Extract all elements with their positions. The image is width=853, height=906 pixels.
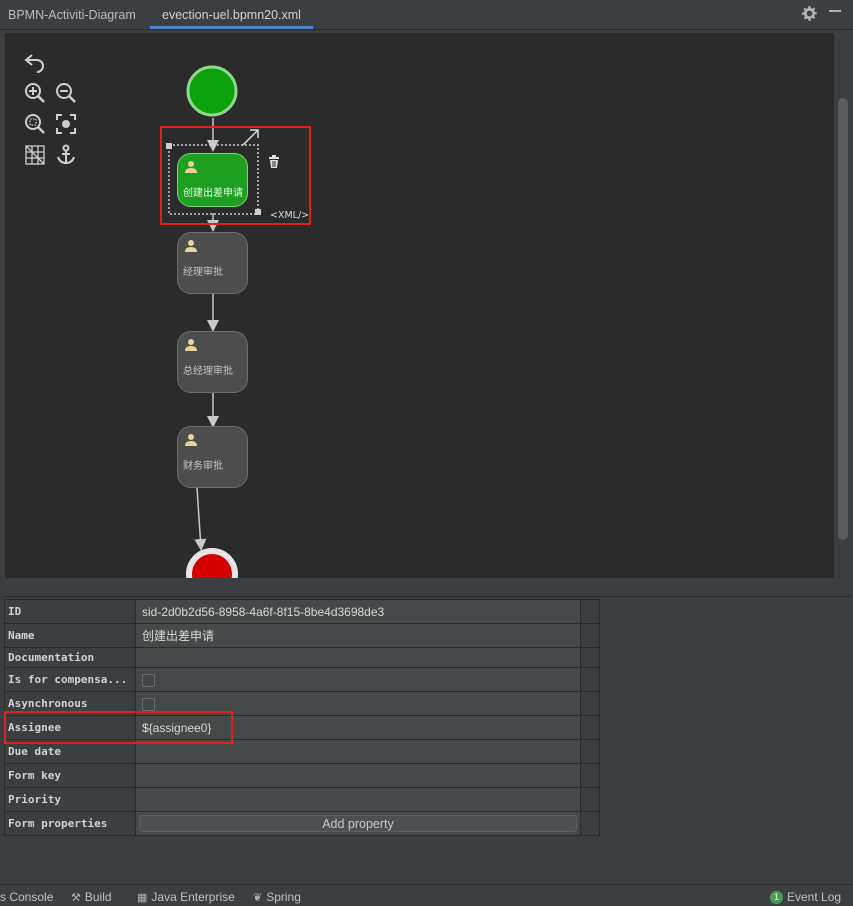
- spring-label: Spring: [266, 890, 301, 904]
- tool-window-header: BPMN-Activiti-Diagram evection-uel.bpmn2…: [0, 0, 853, 30]
- user-icon: [185, 434, 197, 446]
- event-log-label: Event Log: [787, 890, 842, 904]
- assignee-highlight-box: [4, 711, 233, 744]
- form-properties-cell: Add property: [135, 811, 581, 836]
- user-task-manager-approval[interactable]: 经理审批: [177, 232, 248, 294]
- cell-extra: [580, 691, 600, 716]
- java-enterprise-tab[interactable]: ▦ Java Enterprise: [137, 890, 235, 904]
- cell-extra: [580, 763, 600, 788]
- user-icon: [185, 240, 197, 252]
- task-label: 总经理审批: [183, 366, 233, 377]
- undo-icon[interactable]: [23, 50, 47, 74]
- build-label: Build: [84, 890, 112, 904]
- build-tab[interactable]: ⚒ Build: [71, 890, 112, 904]
- table-row: Form key: [4, 763, 600, 788]
- priority-value[interactable]: [135, 787, 581, 812]
- start-event[interactable]: [186, 65, 238, 117]
- diagram-panel: 创建出差申请 经理审批 总经理审批 财务审批 <XML/>: [2, 30, 851, 620]
- end-event[interactable]: [186, 548, 238, 578]
- user-task-gm-approval[interactable]: 总经理审批: [177, 331, 248, 393]
- vertical-scrollbar[interactable]: [838, 98, 848, 540]
- async-checkbox[interactable]: [142, 697, 155, 711]
- user-task-finance-approval[interactable]: 财务审批: [177, 426, 248, 488]
- status-bar: s Console ⚒ Build ▦ Java Enterprise ❦ Sprin…: [0, 884, 853, 906]
- spring-tab[interactable]: ❦ Spring: [253, 890, 301, 904]
- id-value[interactable]: sid-2d0b2d56-8958-4a6f-8f15-8be4d3698de3: [135, 599, 581, 624]
- cell-extra: [580, 715, 600, 740]
- java-enterprise-label: Java Enterprise: [151, 890, 235, 904]
- anchor-icon[interactable]: [54, 143, 78, 167]
- compensation-checkbox[interactable]: [142, 673, 155, 687]
- table-row: Is for compensa...: [4, 667, 600, 692]
- event-log-tab[interactable]: 1 Event Log: [770, 890, 841, 904]
- property-key: Documentation: [4, 647, 136, 668]
- tab-bpmn-activiti-diagram[interactable]: BPMN-Activiti-Diagram: [8, 0, 136, 30]
- zoom-fit-icon[interactable]: [23, 112, 47, 136]
- diagram-canvas[interactable]: 创建出差申请 经理审批 总经理审批 财务审批 <XML/>: [5, 33, 834, 578]
- table-row: Priority: [4, 787, 600, 812]
- table-row: Name 创建出差申请: [4, 623, 600, 648]
- documentation-value[interactable]: [135, 647, 581, 668]
- java-enterprise-icon: ▦: [137, 892, 148, 904]
- cell-extra: [580, 667, 600, 692]
- console-label: s Console: [0, 890, 54, 904]
- ide-window: BPMN-Activiti-Diagram evection-uel.bpmn2…: [0, 0, 853, 906]
- property-key: Priority: [4, 787, 136, 812]
- name-value[interactable]: 创建出差申请: [135, 623, 581, 648]
- console-tab[interactable]: s Console: [0, 890, 53, 904]
- cell-extra: [580, 623, 600, 648]
- property-key: Name: [4, 623, 136, 648]
- property-key: Form properties: [4, 811, 136, 836]
- zoom-in-icon[interactable]: [23, 81, 47, 105]
- diagram-edges: [166, 65, 279, 578]
- table-row: Documentation: [4, 647, 600, 668]
- cell-extra: [580, 599, 600, 624]
- highlight-box: [160, 126, 311, 225]
- cell-extra: [580, 787, 600, 812]
- cell-extra: [580, 647, 600, 668]
- cell-extra: [580, 739, 600, 764]
- form-key-value[interactable]: [135, 763, 581, 788]
- user-icon: [185, 339, 197, 351]
- table-row: Form properties Add property: [4, 811, 600, 836]
- minimize-icon[interactable]: [828, 4, 842, 22]
- spring-leaf-icon: ❦: [253, 892, 263, 904]
- hammer-icon: ⚒: [71, 892, 81, 904]
- property-key: Is for compensa...: [4, 667, 136, 692]
- center-icon[interactable]: [54, 112, 78, 136]
- compensation-cell: [135, 667, 581, 692]
- task-label: 财务审批: [183, 461, 223, 472]
- sequence-flow[interactable]: [194, 487, 207, 551]
- property-key: ID: [4, 599, 136, 624]
- property-key: Form key: [4, 763, 136, 788]
- add-property-button[interactable]: Add property: [139, 815, 577, 832]
- cell-extra: [580, 811, 600, 836]
- properties-panel: ID sid-2d0b2d56-8958-4a6f-8f15-8be4d3698…: [2, 596, 851, 883]
- grid-icon[interactable]: [23, 143, 47, 167]
- event-count-badge: 1: [770, 891, 783, 904]
- gear-icon[interactable]: [802, 6, 817, 25]
- task-label: 经理审批: [183, 267, 223, 278]
- table-row: ID sid-2d0b2d56-8958-4a6f-8f15-8be4d3698…: [4, 599, 600, 624]
- tab-evection-uel-xml[interactable]: evection-uel.bpmn20.xml: [150, 0, 313, 30]
- zoom-out-icon[interactable]: [54, 81, 78, 105]
